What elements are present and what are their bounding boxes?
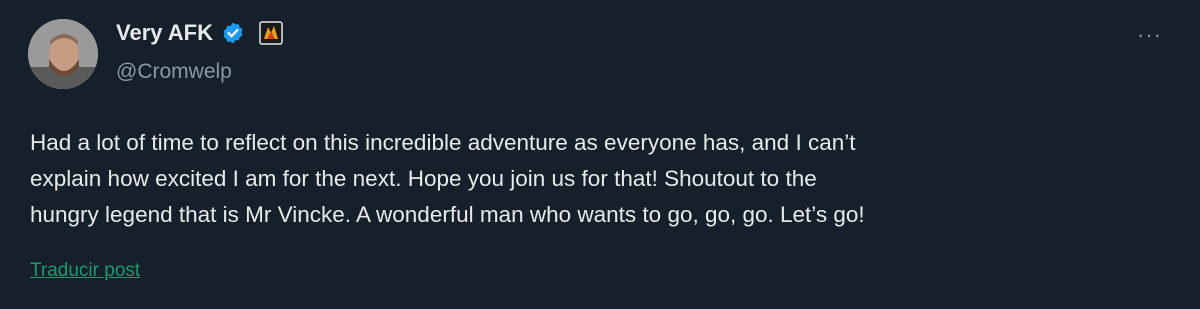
author-handle[interactable]: @Cromwelp xyxy=(116,60,232,84)
tweet-text-line: Had a lot of time to reflect on this inc… xyxy=(30,130,856,155)
tweet-text-line: explain how excited I am for the next. H… xyxy=(30,166,817,191)
display-name[interactable]: Very AFK xyxy=(116,20,213,46)
more-options-icon[interactable]: ··· xyxy=(1137,24,1162,46)
affiliate-badge-icon[interactable] xyxy=(259,21,283,45)
author-name-row: Very AFK xyxy=(116,20,283,46)
translate-post-link[interactable]: Traducir post xyxy=(30,260,140,282)
tweet-card: Very AFK @Cromwelp ··· Had a lot of time… xyxy=(0,0,1200,309)
tweet-text: Had a lot of time to reflect on this inc… xyxy=(30,125,1180,233)
tweet-text-line: hungry legend that is Mr Vincke. A wonde… xyxy=(30,202,865,227)
avatar[interactable] xyxy=(28,19,98,89)
verified-badge-icon[interactable] xyxy=(221,21,245,45)
avatar-image xyxy=(28,19,98,89)
